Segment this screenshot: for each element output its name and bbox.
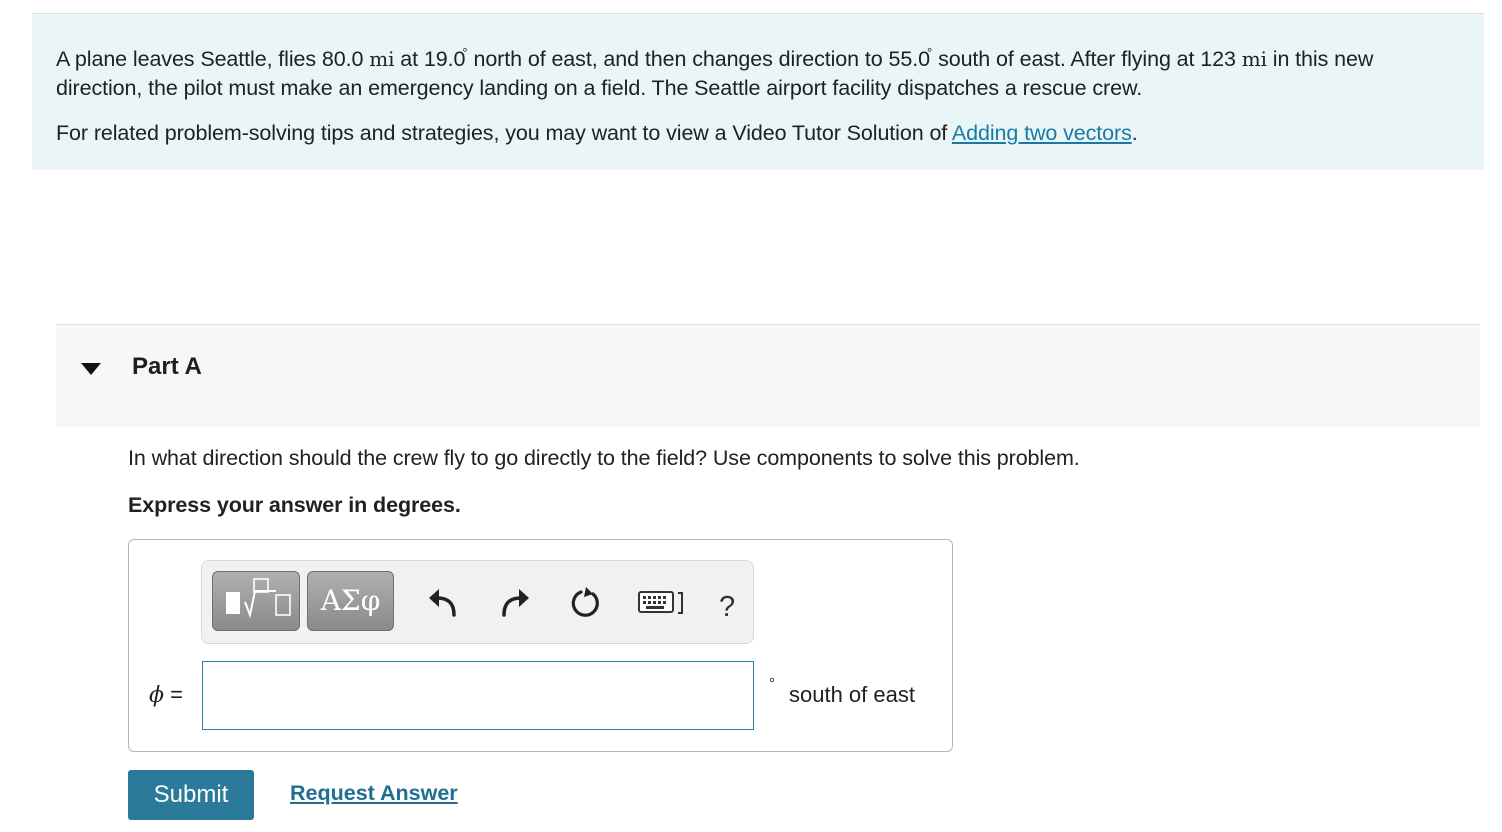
- collapse-caret-icon[interactable]: [81, 363, 101, 375]
- part-a-header[interactable]: Part A: [56, 324, 1480, 427]
- question-text: In what direction should the crew fly to…: [128, 446, 1080, 470]
- phi-symbol: ϕ: [149, 683, 164, 708]
- degree-symbol: °: [462, 45, 468, 60]
- tips-suffix: .: [1131, 121, 1138, 145]
- problem-text-part: A plane leaves Seattle, flies 80.0: [56, 47, 370, 71]
- problem-text-part: at 19.0: [394, 47, 466, 71]
- instruction-text: Express your answer in degrees.: [128, 493, 461, 517]
- reset-icon[interactable]: [565, 583, 605, 623]
- answer-panel: ΑΣφ ? ϕ = ° south of east: [128, 539, 953, 752]
- tips-text: For related problem-solving tips and str…: [56, 119, 1138, 148]
- request-answer-link[interactable]: Request Answer: [290, 781, 458, 806]
- greek-symbols-label: ΑΣφ: [320, 584, 381, 617]
- unit-mi: mi: [369, 47, 395, 71]
- greek-symbols-button[interactable]: ΑΣφ: [307, 571, 394, 631]
- unit-direction-text: south of east: [789, 682, 915, 707]
- redo-icon[interactable]: [494, 583, 534, 623]
- answer-variable-label: ϕ =: [149, 682, 183, 708]
- math-toolbar: ΑΣφ ?: [201, 560, 754, 644]
- part-title: Part A: [132, 353, 202, 380]
- problem-statement-box: A plane leaves Seattle, flies 80.0 mi at…: [32, 13, 1484, 170]
- video-tutor-link[interactable]: Adding two vectors: [952, 121, 1132, 145]
- equals-sign: =: [164, 682, 183, 707]
- unit-mi: mi: [1241, 47, 1267, 71]
- unit-degree-symbol: °: [769, 675, 775, 692]
- problem-text-part: south of east. After flying at 123: [938, 47, 1242, 71]
- problem-text-part: north of east, and then changes directio…: [473, 47, 930, 71]
- degree-symbol: °: [926, 45, 933, 60]
- problem-text: A plane leaves Seattle, flies 80.0 mi at…: [56, 38, 1456, 103]
- help-button[interactable]: ?: [719, 591, 735, 624]
- undo-icon[interactable]: [424, 583, 464, 623]
- submit-button[interactable]: Submit: [128, 770, 254, 820]
- answer-input[interactable]: [202, 661, 754, 730]
- tips-prefix: For related problem-solving tips and str…: [56, 121, 952, 145]
- templates-button[interactable]: [212, 571, 300, 631]
- keyboard-icon[interactable]: [637, 583, 693, 623]
- templates-icon: [226, 578, 291, 619]
